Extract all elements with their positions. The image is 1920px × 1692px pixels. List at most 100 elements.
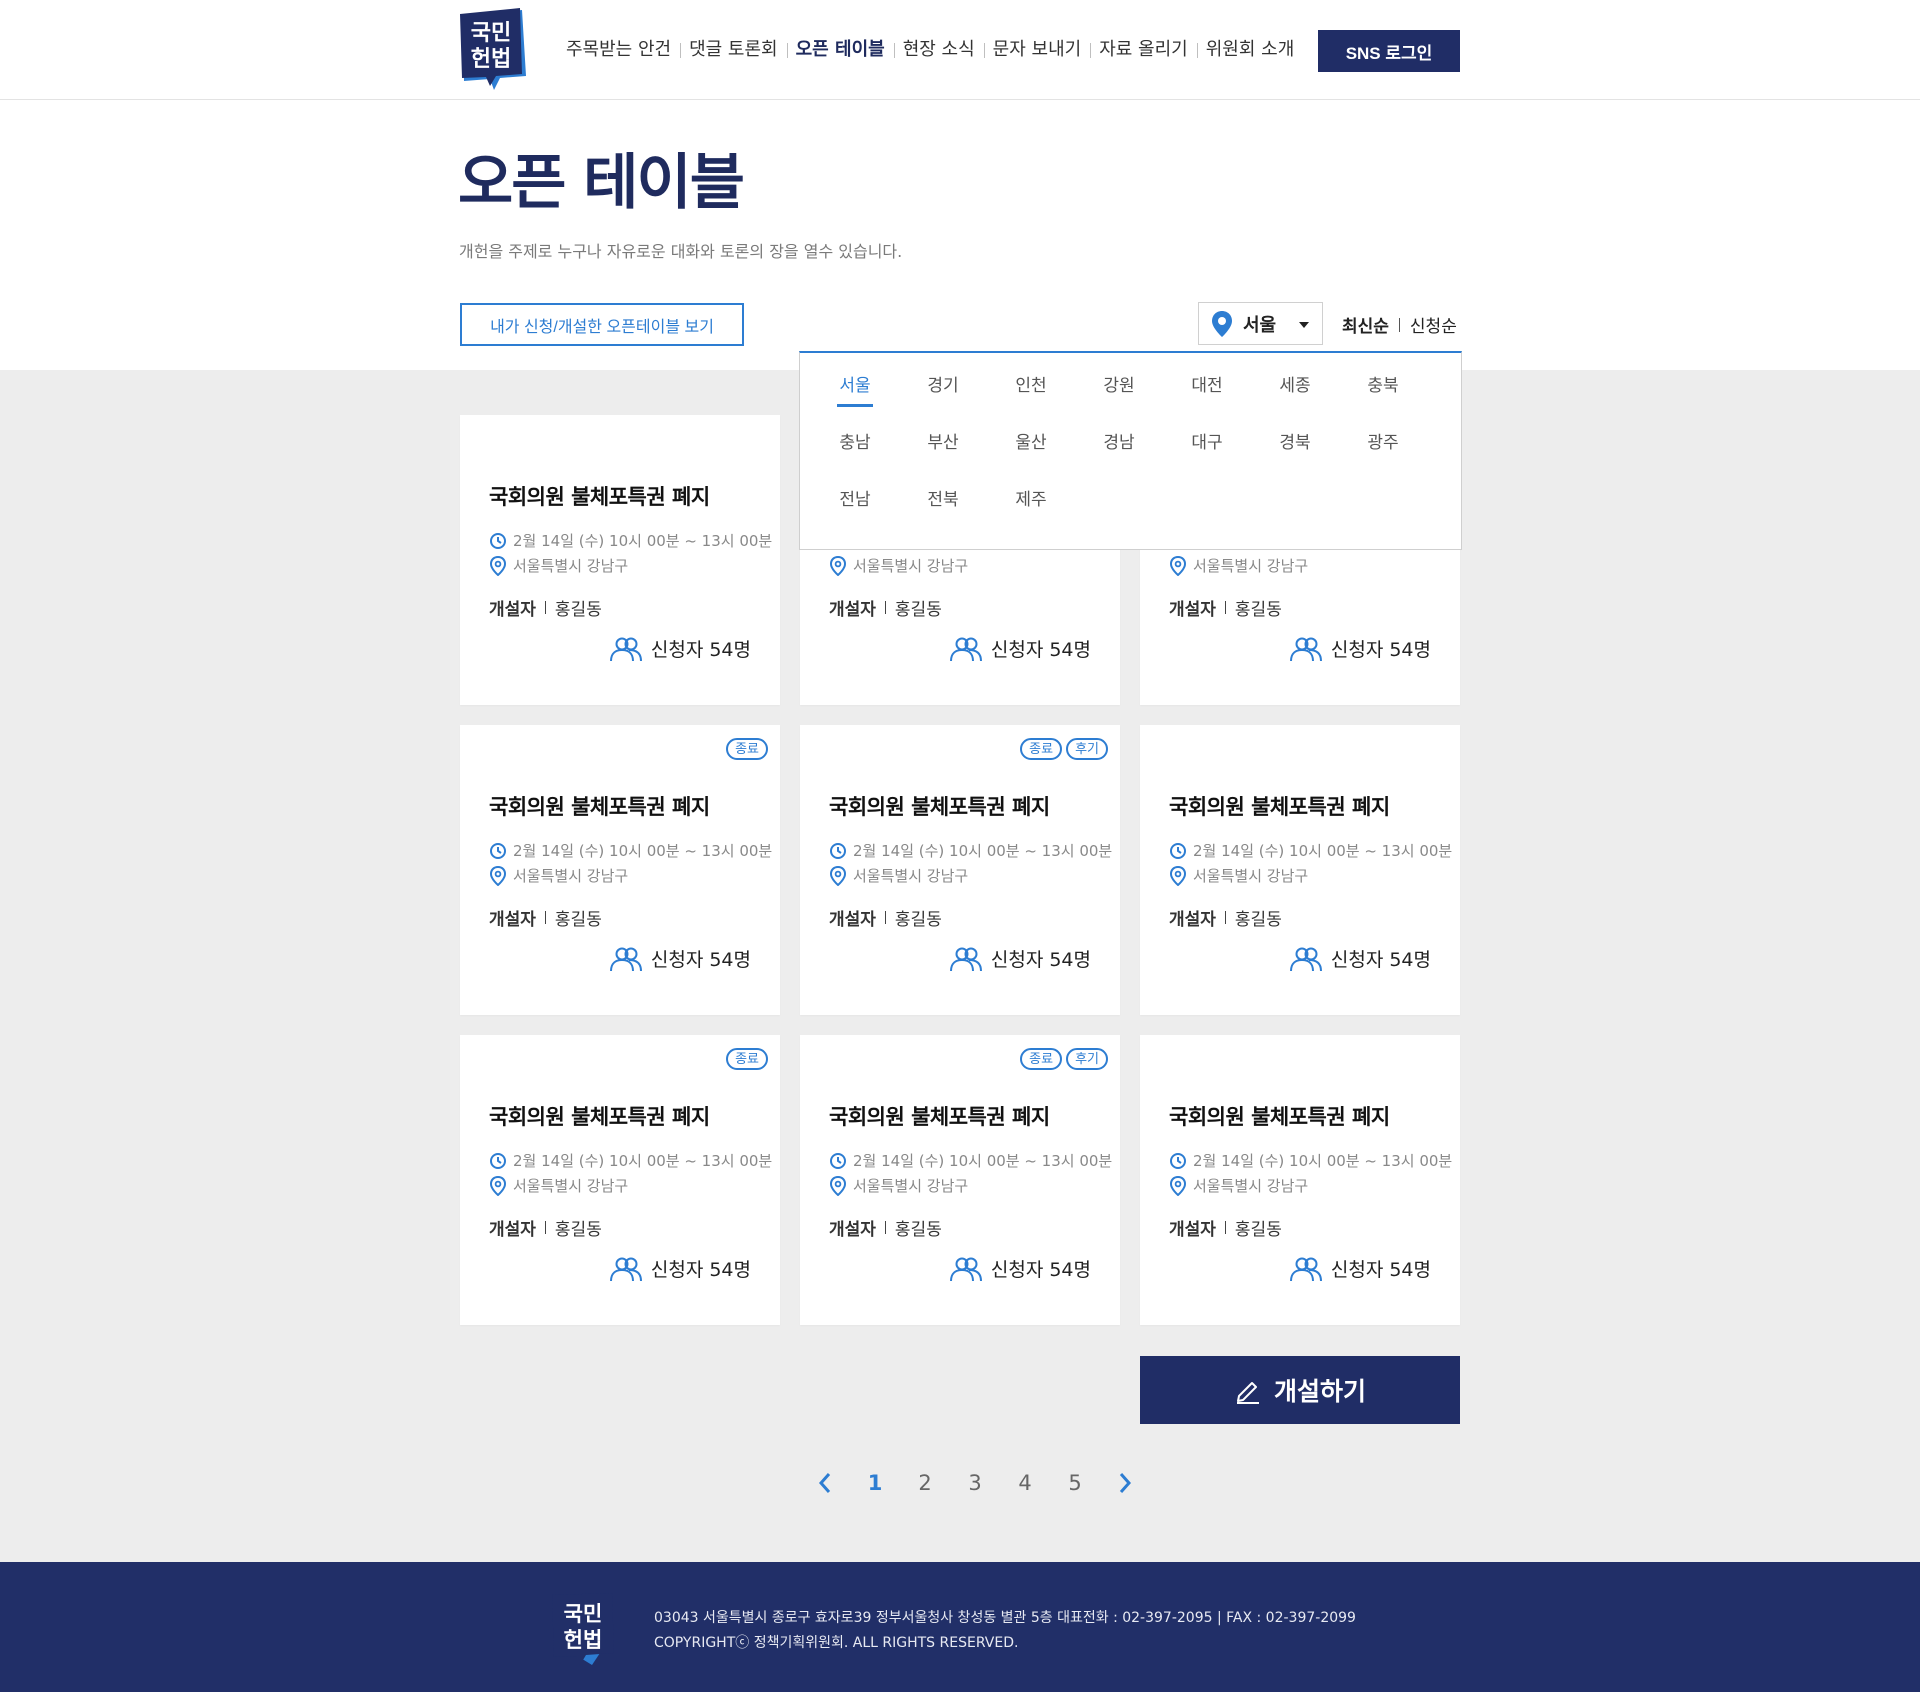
opener-divider <box>884 601 886 614</box>
prev-page-icon[interactable] <box>800 1468 850 1498</box>
nav-item-open-table[interactable]: 오픈 테이블 <box>786 38 894 62</box>
sns-login-button[interactable]: SNS 로그인 <box>1318 30 1460 72</box>
opener-name: 홍길동 <box>554 600 602 620</box>
status-badge: 종료 <box>726 1048 768 1070</box>
card-title: 국회의원 불체포특권 폐지 <box>829 795 1050 819</box>
region-option[interactable]: 충남 <box>811 432 899 464</box>
location-pin-icon <box>489 865 507 886</box>
opener-divider <box>1224 911 1226 924</box>
create-table-button[interactable]: 개설하기 <box>1140 1356 1460 1424</box>
table-card[interactable]: 종료 후기 국회의원 불체포특권 폐지 2월 14일 (수) 10시 00분 ~ 13… <box>800 725 1120 1015</box>
region-option[interactable]: 제주 <box>987 489 1075 521</box>
sort-applicants[interactable]: 신청순 <box>1410 312 1457 337</box>
page-3[interactable]: 3 <box>950 1471 1000 1495</box>
people-icon <box>949 1257 982 1281</box>
logo-line-2: 헌법 <box>471 47 511 72</box>
table-card[interactable]: 국회의원 불체포특권 폐지 2월 14일 (수) 10시 00분 ~ 13시 00… <box>1140 725 1460 1015</box>
nav-item-comment-forum[interactable]: 댓글 토론회 <box>680 38 787 62</box>
pencil-icon <box>1236 1382 1259 1404</box>
people-icon <box>1289 1257 1322 1281</box>
card-location-text: 서울특별시 강남구 <box>853 557 969 575</box>
card-title: 국회의원 불체포특권 폐지 <box>489 795 710 819</box>
card-applicants: 신청자 54명 <box>609 945 751 972</box>
people-icon <box>949 637 982 661</box>
card-location-text: 서울특별시 강남구 <box>853 867 969 885</box>
location-pin-icon <box>829 865 847 886</box>
card-badges: 종료 후기 <box>1020 1048 1108 1070</box>
region-option[interactable]: 대전 <box>1163 375 1251 407</box>
card-time: 2월 14일 (수) 10시 00분 ~ 13시 00분 <box>1169 1150 1452 1171</box>
region-option[interactable]: 충북 <box>1339 375 1427 407</box>
site-logo[interactable]: 국민 헌법 <box>460 8 530 92</box>
region-option[interactable]: 부산 <box>899 432 987 464</box>
region-option[interactable]: 경남 <box>1075 432 1163 464</box>
region-option[interactable]: 울산 <box>987 432 1075 464</box>
region-option[interactable]: 경북 <box>1251 432 1339 464</box>
table-card[interactable]: 국회의원 불체포특권 폐지 2월 14일 (수) 10시 00분 ~ 13시 00… <box>1140 1035 1460 1325</box>
opener-divider <box>1224 601 1226 614</box>
region-option[interactable]: 세종 <box>1251 375 1339 407</box>
region-option[interactable]: 광주 <box>1339 432 1427 464</box>
site-footer: 국민 헌법 03043 서울특별시 종로구 효자로39 정부서울청사 창성동 별… <box>0 1562 1920 1692</box>
table-card[interactable]: 종료 국회의원 불체포특권 폐지 2월 14일 (수) 10시 00분 ~ 13시 … <box>460 725 780 1015</box>
card-location-text: 서울특별시 강남구 <box>1193 1177 1309 1195</box>
card-time-text: 2월 14일 (수) 10시 00분 ~ 13시 00분 <box>853 842 1113 860</box>
opener-label: 개설자 <box>1169 600 1216 620</box>
applicants-count: 신청자 54명 <box>1330 949 1431 971</box>
card-location: 서울특별시 강남구 <box>1169 1175 1308 1196</box>
table-card[interactable]: 종료 후기 국회의원 불체포특권 폐지 2월 14일 (수) 10시 00분 ~ 13… <box>800 1035 1120 1325</box>
card-location-text: 서울특별시 강남구 <box>853 1177 969 1195</box>
table-card[interactable]: 국회의원 불체포특권 폐지 2월 14일 (수) 10시 00분 ~ 13시 00… <box>460 415 780 705</box>
opener-name: 홍길동 <box>894 1220 942 1240</box>
page-description: 개헌을 주제로 누구나 자유로운 대화와 토론의 장을 열수 있습니다. <box>459 242 903 261</box>
create-table-label: 개설하기 <box>1273 1378 1366 1406</box>
region-option[interactable]: 전북 <box>899 489 987 521</box>
region-option[interactable]: 강원 <box>1075 375 1163 407</box>
logo-line-1: 국민 <box>471 21 511 46</box>
opener-label: 개설자 <box>829 600 876 620</box>
card-time-text: 2월 14일 (수) 10시 00분 ~ 13시 00분 <box>853 1152 1113 1170</box>
region-option[interactable]: 경기 <box>899 375 987 407</box>
card-applicants: 신청자 54명 <box>609 635 751 662</box>
card-time-text: 2월 14일 (수) 10시 00분 ~ 13시 00분 <box>513 1152 773 1170</box>
nav-item-send-sms[interactable]: 문자 보내기 <box>983 38 1091 62</box>
sort-latest[interactable]: 최신순 <box>1342 312 1389 337</box>
page-4[interactable]: 4 <box>1000 1471 1050 1495</box>
card-opener: 개설자 홍길동 <box>489 905 602 930</box>
footer-info: 03043 서울특별시 종로구 효자로39 정부서울청사 창성동 별관 5층 대… <box>654 1606 1356 1656</box>
my-tables-button[interactable]: 내가 신청/개설한 오픈테이블 보기 <box>460 303 744 346</box>
region-option[interactable]: 대구 <box>1163 432 1251 464</box>
region-option[interactable]: 서울 <box>811 375 899 407</box>
nav-item-field-news[interactable]: 현장 소식 <box>893 38 984 62</box>
opener-divider <box>544 1221 546 1234</box>
applicants-count: 신청자 54명 <box>650 949 751 971</box>
location-pin-icon <box>1169 555 1187 576</box>
card-time: 2월 14일 (수) 10시 00분 ~ 13시 00분 <box>829 1150 1112 1171</box>
opener-name: 홍길동 <box>1234 1220 1282 1240</box>
card-location-text: 서울특별시 강남구 <box>513 1177 629 1195</box>
card-location: 서울특별시 강남구 <box>489 865 628 886</box>
next-page-icon[interactable] <box>1100 1468 1150 1498</box>
card-location: 서울특별시 강남구 <box>829 865 968 886</box>
nav-item-featured[interactable]: 주목받는 안건 <box>566 38 680 62</box>
page-5[interactable]: 5 <box>1050 1471 1100 1495</box>
card-applicants: 신청자 54명 <box>1289 945 1431 972</box>
opener-divider <box>884 1221 886 1234</box>
nav-item-about[interactable]: 위원회 소개 <box>1196 38 1304 62</box>
applicants-count: 신청자 54명 <box>650 1259 751 1281</box>
opener-name: 홍길동 <box>894 910 942 930</box>
main-nav: 주목받는 안건 댓글 토론회 오픈 테이블 현장 소식 문자 보내기 자료 올리… <box>566 38 1303 62</box>
region-option[interactable]: 전남 <box>811 489 899 521</box>
region-option[interactable]: 인천 <box>987 375 1075 407</box>
card-location-text: 서울특별시 강남구 <box>1193 867 1309 885</box>
opener-label: 개설자 <box>489 1220 536 1240</box>
page-2[interactable]: 2 <box>900 1471 950 1495</box>
clock-icon <box>830 842 846 859</box>
card-applicants: 신청자 54명 <box>609 1255 751 1282</box>
opener-label: 개설자 <box>1169 910 1216 930</box>
table-card[interactable]: 종료 국회의원 불체포특권 폐지 2월 14일 (수) 10시 00분 ~ 13시 … <box>460 1035 780 1325</box>
nav-item-upload[interactable]: 자료 올리기 <box>1090 38 1197 62</box>
opener-name: 홍길동 <box>894 600 942 620</box>
page-1[interactable]: 1 <box>850 1471 900 1495</box>
region-select[interactable]: 서울 <box>1198 302 1323 345</box>
